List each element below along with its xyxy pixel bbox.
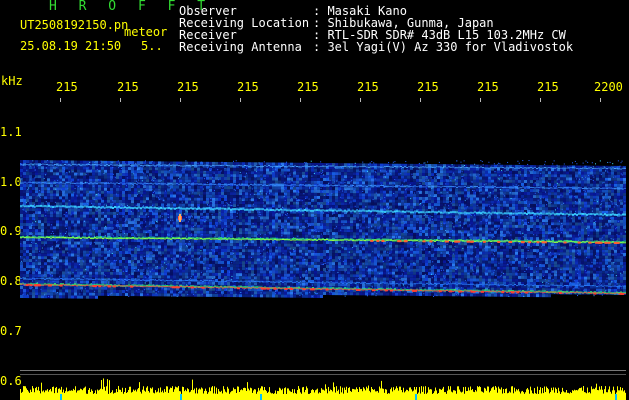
x-tick-label: 215 [417,80,439,94]
x-tick-label: 215 [537,80,559,94]
y-tick-label: 1.0 [0,175,22,189]
x-tick-label: 215 [357,80,379,94]
spectrogram-plot [20,98,626,400]
x-tick-label: 215 [237,80,259,94]
x-tick-label: 215 [477,80,499,94]
spectrogram-canvas [20,98,626,400]
x-tick-label: 215 [297,80,319,94]
page-indicator: 5.. [141,39,163,53]
y-tick-label: 0.7 [0,324,22,338]
antenna-label: Receiving Antenna [179,40,302,54]
event-label: meteor [124,25,168,39]
y-tick-label: 0.8 [0,274,22,288]
y-axis-unit: kHz [1,74,23,88]
hrofft-window: H R O F F T UT2508192150.pn meteor 25.08… [0,0,629,400]
x-tick-label: 215 [117,80,139,94]
filename-label: UT2508192150.pn [20,18,129,32]
y-tick-label: 0.6 [0,374,22,388]
antenna-value: : 3el Yagi(V) Az 330 for Vladivostok [313,40,574,54]
y-tick-label: 0.9 [0,224,22,238]
x-tick-label: 2200 [594,80,623,94]
datetime-label: 25.08.19 21:50 [20,39,122,53]
x-tick-label: 215 [177,80,199,94]
y-tick-label: 1.1 [0,125,22,139]
x-tick-label: 215 [56,80,78,94]
